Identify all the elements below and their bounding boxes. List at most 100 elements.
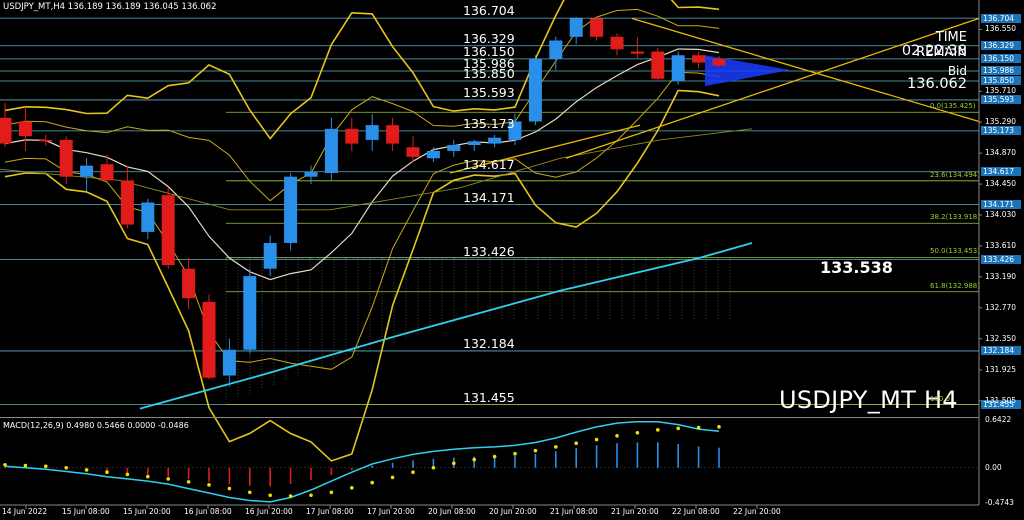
candle-body [18,121,32,137]
macd-signal-dot [635,431,640,435]
macd-signal-dot [227,486,232,491]
macd-panel [0,420,979,503]
candle-body [651,51,665,79]
fib-label: 50.0(133.453) [930,247,980,256]
macd-signal-dot [472,457,477,462]
axis-price-label: 134.870 [985,148,1017,158]
level-axis-tag: 136.150 [981,54,1021,64]
time-axis-label: 16 Jun 08:00 [184,507,232,516]
candle-body [549,40,563,59]
candle-body [59,139,73,177]
macd-signal-dot [594,437,599,442]
candle-body [182,268,196,299]
level-label: 134.617 [463,156,515,172]
level-axis-tag: 135.986 [981,66,1021,76]
candle-body [202,301,216,378]
bollinger-lower-inner [4,71,720,370]
macd-signal-dot [533,448,538,453]
level-axis-tag: 136.704 [981,13,1021,23]
level-axis-tag: 134.171 [981,200,1021,210]
level-axis-tag: 135.850 [981,76,1021,86]
time-axis-label: 16 Jun 20:00 [245,507,293,516]
level-label: 133.426 [463,244,515,260]
candle-body [161,195,175,266]
axis-price-label: 132.350 [985,333,1017,343]
candle-body [426,150,440,159]
candle-body [284,176,298,243]
macd-signal-dot [146,474,150,479]
candle-body [100,164,114,181]
time-axis-label: 17 Jun 20:00 [367,507,415,516]
candle-body [39,139,53,142]
candle-body [488,137,502,144]
macd-signal-dot [44,464,48,469]
ohlc-values: 136.189 136.189 136.045 136.062 [67,2,217,12]
time-axis-label: 22 Jun 08:00 [672,507,720,516]
macd-signal-dot [309,493,313,498]
level-axis-tag: 135.593 [981,95,1021,105]
macd-signal-dot [492,454,497,459]
macd-signal-dot [513,451,517,456]
candle-body [365,125,379,140]
level-label: 136.704 [463,3,515,19]
level-label: 135.173 [463,115,515,131]
candle-body [406,147,420,157]
candle-body [222,349,236,376]
macd-axis-label: 0.6422 [985,415,1012,424]
time-axis-label: 17 Jun 08:00 [306,507,354,516]
time-axis-label: 20 Jun 08:00 [428,507,476,516]
macd-line [4,420,720,503]
level-axis-tag: 134.617 [981,167,1021,177]
macd-signal-dot [452,461,456,466]
macd-signal-dot [3,462,7,467]
fib-label: 0.0(135.425) [930,102,976,111]
level-axis-tag: 135.173 [981,126,1021,136]
axis-price-label: 133.190 [985,271,1017,281]
time-remain-value: 02:22:38 [901,43,967,59]
macd-signal-dot [329,490,334,495]
level-axis-tag: 133.426 [981,254,1021,264]
candle-body [590,18,604,37]
candle-body [386,125,400,144]
time-axis-label: 14 Jun 2022 [2,507,48,516]
macd-signal-dot [288,494,293,498]
axis-price-label: 134.450 [985,179,1017,189]
candle-body [243,276,257,350]
macd-signal-dot [411,470,415,475]
level-label: 135.850 [463,65,515,81]
macd-signal-dot [84,468,89,472]
level-axis-tag: 132.184 [981,346,1021,356]
macd-axis-label: 0.00 [985,462,1002,472]
macd-signal-dot [125,472,130,477]
macd-signal-dot [350,486,354,490]
candle-body [671,55,685,81]
time-axis-label: 21 Jun 08:00 [550,507,598,516]
candle-body [120,180,134,225]
moving-average-long [139,242,753,410]
level-label: 134.171 [463,189,515,205]
candle-body [80,165,94,177]
highlight-price: 133.538 [820,258,893,277]
fib-label: 100.0 [930,394,951,403]
time-axis-label: 21 Jun 20:00 [611,507,659,516]
candle-body [141,202,155,232]
macd-signal-dot [554,445,558,449]
macd-signal-dot [268,493,273,498]
macd-signal-dot [23,463,28,468]
macd-signal-dot [248,490,252,495]
axis-price-label: 134.030 [985,209,1017,219]
fib-label: 23.6(134.494) [930,170,980,179]
time-axis-label: 22 Jun 20:00 [733,507,781,516]
time-axis-label: 15 Jun 08:00 [62,507,110,516]
macd-signal-dot [676,426,680,431]
bid-value: 136.062 [907,76,967,92]
chart-header: USDJPY_MT,H4 136.189 136.189 136.045 136… [3,2,217,12]
candle-body [610,36,624,50]
candle-body [345,128,359,144]
macd-label: MACD(12,26,9) 0.4980 0.5466 0.0000 -0.04… [3,421,189,430]
bollinger-lower-outer [4,89,720,462]
candle-body [0,117,12,144]
candle-body [712,58,726,66]
candle-body [528,58,542,122]
macd-signal-dot [615,433,619,438]
